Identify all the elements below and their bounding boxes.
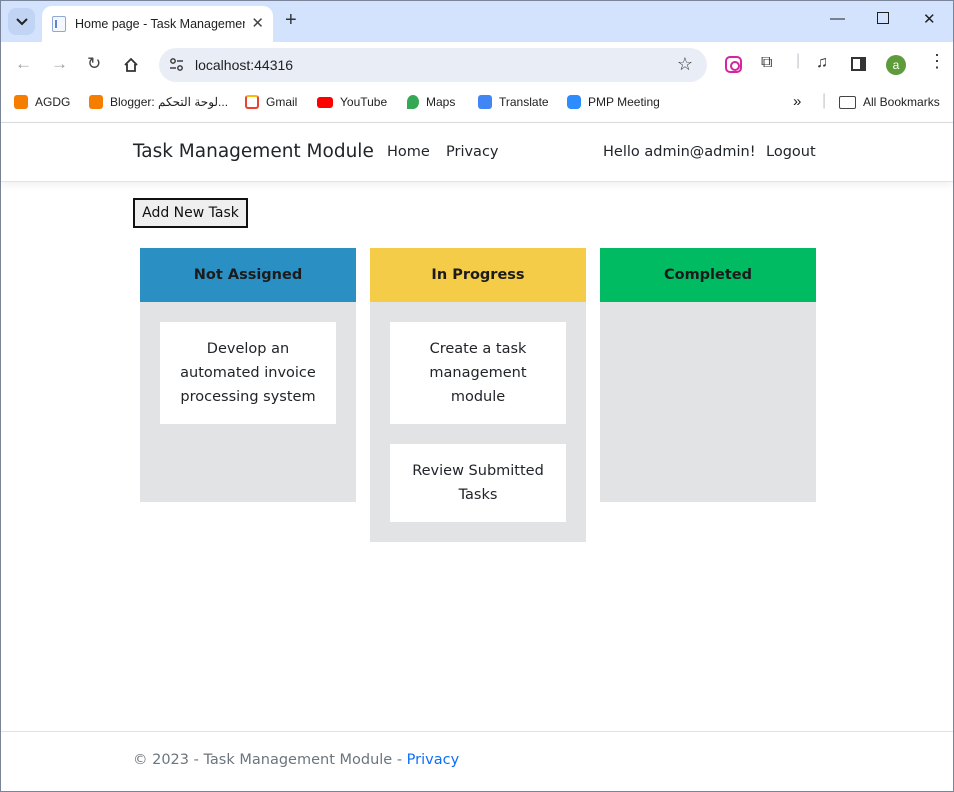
add-new-task-button[interactable]: Add New Task (133, 198, 248, 228)
reload-icon[interactable]: ↻ (87, 54, 101, 74)
task-card[interactable]: Develop an automated invoice processing … (160, 322, 336, 424)
logout-link[interactable]: Logout (766, 144, 816, 160)
column-header: Not Assigned (140, 248, 356, 302)
footer-text: © 2023 - Task Management Module - Privac… (133, 752, 459, 768)
chevron-down-icon (15, 17, 28, 25)
column-body (600, 302, 816, 322)
gmail-icon (245, 95, 259, 109)
blogger-icon (14, 95, 28, 109)
column-completed: Completed (600, 248, 816, 502)
column-in-progress: In Progress Create a task management mod… (370, 248, 586, 542)
bookmark-pmp-meeting[interactable]: PMP Meeting (567, 95, 660, 109)
profile-avatar[interactable]: a (886, 55, 906, 75)
bookmark-maps[interactable]: Maps (407, 95, 455, 109)
column-header: In Progress (370, 248, 586, 302)
bookmark-label: YouTube (340, 95, 388, 109)
nav-link-home[interactable]: Home (387, 144, 430, 160)
toolbar-divider: | (796, 52, 801, 69)
folder-icon (839, 95, 856, 109)
nav-link-privacy[interactable]: Privacy (446, 144, 499, 160)
address-bar[interactable]: localhost:44316 ☆ (159, 48, 707, 82)
maps-icon (407, 95, 419, 109)
minimize-icon[interactable]: — (830, 10, 845, 27)
forward-icon[interactable]: → (51, 54, 68, 74)
tab-search-button[interactable] (8, 8, 35, 35)
column-body: Develop an automated invoice processing … (140, 302, 356, 424)
bookmark-label: AGDG (35, 95, 71, 109)
all-bookmarks[interactable]: All Bookmarks (839, 95, 940, 109)
home-icon[interactable] (123, 57, 139, 73)
blogger-icon (89, 95, 103, 109)
media-control-icon[interactable]: ♫ (816, 54, 828, 72)
column-not-assigned: Not Assigned Develop an automated invoic… (140, 248, 356, 502)
more-menu-icon[interactable]: ⋮ (928, 51, 946, 72)
column-header: Completed (600, 248, 816, 302)
side-panel-icon[interactable] (851, 57, 866, 71)
bookmark-label: Translate (499, 95, 549, 109)
bookmark-youtube[interactable]: YouTube (317, 95, 387, 109)
bookmark-label: All Bookmarks (863, 95, 940, 109)
column-body: Create a task management module Review S… (370, 302, 586, 522)
site-footer: © 2023 - Task Management Module - Privac… (1, 731, 953, 791)
new-tab-icon[interactable]: + (285, 9, 297, 32)
zoom-icon (567, 95, 581, 109)
user-greeting: Hello admin@admin! (603, 144, 756, 160)
url-text: localhost:44316 (195, 57, 294, 73)
page-favicon-icon (52, 16, 66, 32)
site-info-icon[interactable] (169, 57, 184, 72)
browser-tab[interactable]: Home page - Task Management Module ✕ (42, 6, 273, 42)
bookmarks-bar: AGDG Blogger: لوحة التحكم... Gmail YouTu… (1, 88, 953, 122)
bookmark-agdg[interactable]: AGDG (14, 95, 70, 109)
browser-tab-strip: Home page - Task Management Module ✕ + —… (1, 1, 953, 42)
youtube-icon (317, 96, 333, 108)
bookmark-star-icon[interactable]: ☆ (677, 54, 693, 75)
web-page: Task Management Module Home Privacy Hell… (1, 123, 953, 791)
browser-toolbar: ← → ↻ localhost:44316 ☆ ⧉ | ♫ a ⋮ (1, 42, 953, 88)
footer-copyright: © 2023 - Task Management Module - (133, 752, 407, 768)
close-window-icon[interactable]: ✕ (923, 10, 936, 28)
site-navbar: Task Management Module Home Privacy Hell… (1, 123, 953, 182)
site-brand[interactable]: Task Management Module (133, 141, 374, 162)
extensions-icon[interactable]: ⧉ (761, 54, 772, 72)
bookmark-label: PMP Meeting (588, 95, 660, 109)
bookmark-label: Maps (426, 95, 456, 109)
footer-privacy-link[interactable]: Privacy (407, 752, 460, 768)
close-tab-icon[interactable]: ✕ (251, 14, 264, 32)
more-bookmarks-icon[interactable]: » (793, 93, 801, 110)
tab-title: Home page - Task Management Module (75, 17, 245, 31)
bookmark-gmail[interactable]: Gmail (245, 95, 297, 109)
bookmark-blogger[interactable]: Blogger: لوحة التحكم... (89, 95, 228, 109)
bookmark-translate[interactable]: Translate (478, 95, 549, 109)
bookmark-label: Gmail (266, 95, 298, 109)
back-icon[interactable]: ← (15, 54, 32, 74)
instagram-extension-icon[interactable] (725, 56, 742, 73)
task-card[interactable]: Review Submitted Tasks (390, 444, 566, 522)
bookmarks-divider: | (822, 92, 827, 109)
task-card[interactable]: Create a task management module (390, 322, 566, 424)
maximize-icon[interactable] (877, 12, 889, 24)
bookmark-label: Blogger: لوحة التحكم... (110, 95, 229, 109)
translate-icon (478, 95, 492, 109)
